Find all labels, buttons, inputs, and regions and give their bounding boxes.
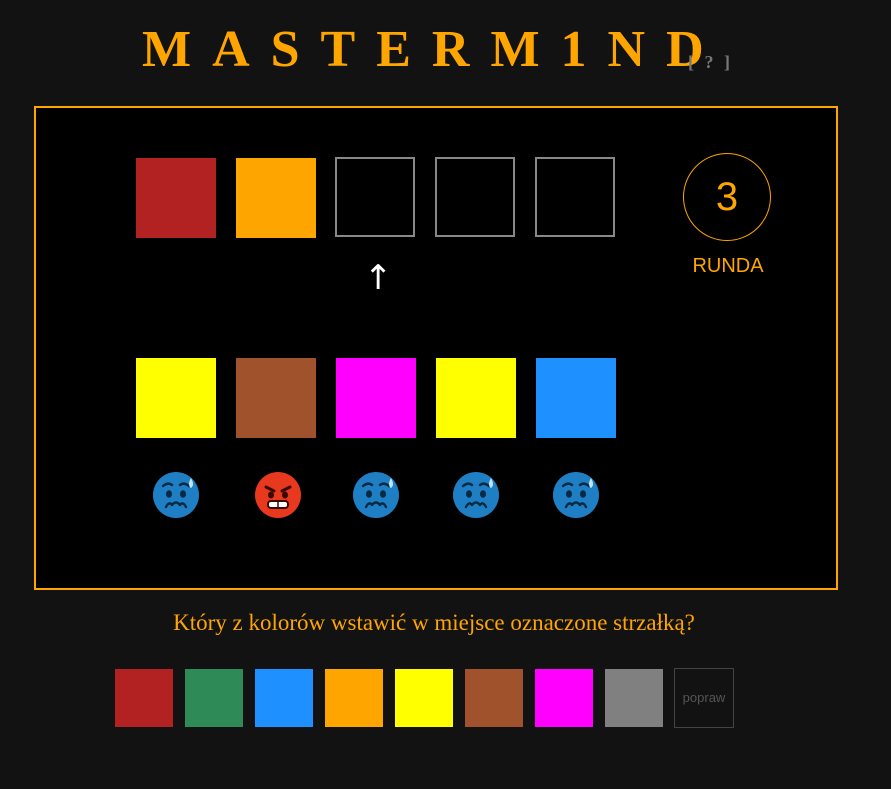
reference-slot-2 [236, 358, 316, 438]
palette-color-magenta[interactable] [535, 669, 593, 727]
reference-slot-3 [336, 358, 416, 438]
guess-slot-5[interactable] [535, 157, 615, 237]
header: MASTERM1ND [ ? ] [0, 18, 891, 82]
worried-sweat-face-icon [451, 470, 501, 520]
question-text: Który z kolorów wstawić w miejsce oznacz… [173, 610, 695, 635]
palette-color-gray[interactable] [605, 669, 663, 727]
palette-color-yellow[interactable] [395, 669, 453, 727]
palette-color-red[interactable] [115, 669, 173, 727]
guess-slot-1 [136, 158, 216, 238]
up-arrow-icon: ↑ [364, 258, 393, 298]
palette-color-brown[interactable] [465, 669, 523, 727]
fix-button[interactable]: popraw [674, 668, 734, 728]
angry-face-icon [253, 470, 303, 520]
guess-slot-4[interactable] [435, 157, 515, 237]
round-number: 3 [715, 175, 739, 219]
guess-slot-2 [236, 158, 316, 238]
palette-color-green[interactable] [185, 669, 243, 727]
guess-slot-3[interactable] [335, 157, 415, 237]
help-link[interactable]: [ ? ] [688, 52, 733, 73]
palette-color-blue[interactable] [255, 669, 313, 727]
reference-slot-4 [436, 358, 516, 438]
palette-color-orange[interactable] [325, 669, 383, 727]
worried-sweat-face-icon [351, 470, 401, 520]
game-screen: MASTERM1ND [ ? ] ↑ 3 RUNDA Który z kolor… [0, 0, 891, 789]
game-board: ↑ 3 RUNDA [34, 106, 838, 590]
worried-sweat-face-icon [551, 470, 601, 520]
reference-slot-5 [536, 358, 616, 438]
reference-slot-1 [136, 358, 216, 438]
round-label: RUNDA [692, 255, 764, 277]
game-title: MASTERM1ND [142, 21, 725, 78]
worried-sweat-face-icon [151, 470, 201, 520]
round-counter: 3 [683, 153, 771, 241]
